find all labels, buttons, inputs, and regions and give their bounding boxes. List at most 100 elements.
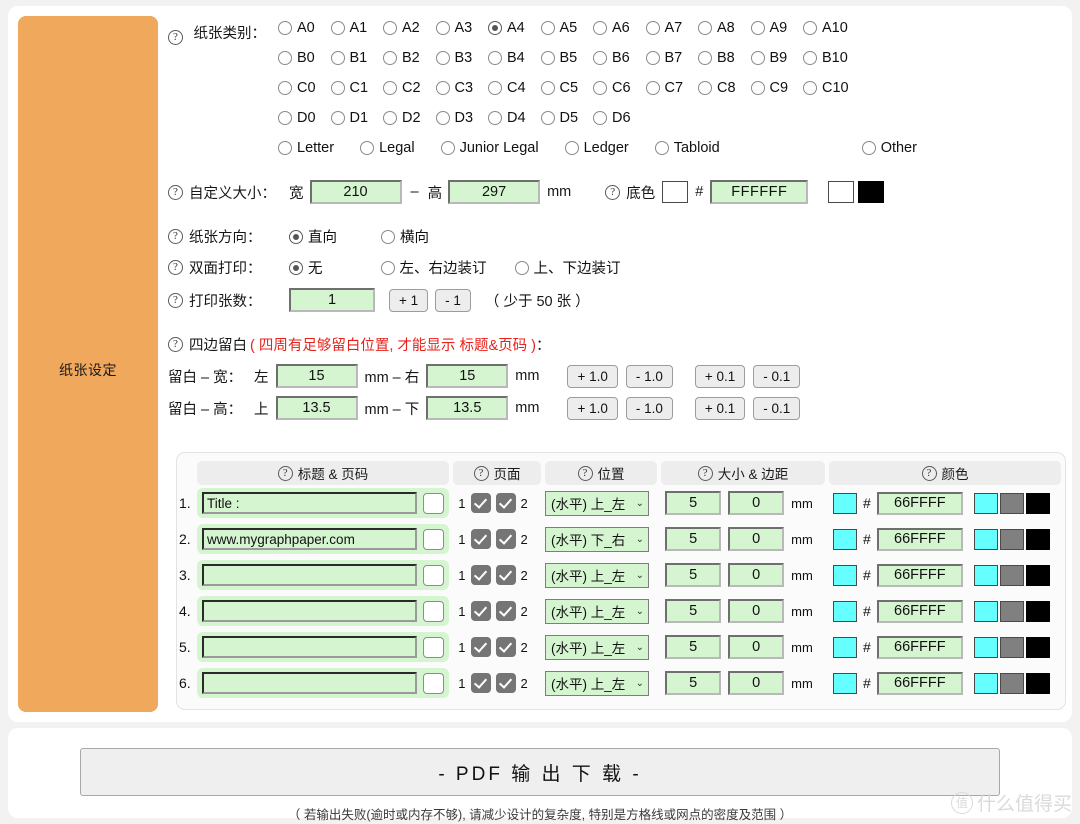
title-input[interactable]	[202, 600, 417, 622]
help-icon[interactable]: ?	[473, 465, 489, 481]
radio-orientation-landscape[interactable]: 横向	[381, 226, 429, 247]
radio-dot-icon[interactable]	[514, 260, 529, 275]
color-preset-gray[interactable]	[999, 672, 1024, 694]
paper-height-input[interactable]	[448, 180, 541, 204]
pdf-export-button[interactable]: - PDF 输 出 下 载 -	[80, 748, 1000, 796]
color-swatch[interactable]	[833, 492, 857, 514]
color-preset-gray[interactable]	[999, 492, 1024, 514]
radio-a5[interactable]: A5	[540, 20, 594, 36]
page1-checkbox[interactable]	[470, 529, 491, 549]
radio-d6[interactable]: D6	[593, 110, 646, 126]
radio-dot-icon[interactable]	[381, 229, 395, 244]
radio-c3[interactable]: C3	[435, 80, 489, 96]
margin-input[interactable]	[728, 563, 785, 587]
page1-checkbox[interactable]	[470, 637, 491, 657]
color-swatch[interactable]	[833, 528, 857, 550]
radio-dot-icon[interactable]	[278, 141, 292, 155]
bg-color-swatch[interactable]	[662, 181, 689, 203]
position-select[interactable]: (水平) 上_左 ⌄	[545, 634, 649, 660]
radio-d3[interactable]: D3	[435, 110, 489, 126]
radio-b7[interactable]: B7	[645, 50, 699, 66]
radio-orientation-portrait[interactable]: 直向	[289, 226, 337, 247]
margin-input[interactable]	[728, 671, 785, 695]
radio-dot-icon[interactable]	[654, 141, 669, 155]
radio-dot-icon[interactable]	[435, 51, 450, 65]
radio-tabloid[interactable]: Tabloid	[654, 140, 720, 156]
radio-other[interactable]: Other	[861, 140, 917, 156]
radio-d0[interactable]: D0	[278, 110, 331, 126]
radio-b1[interactable]: B1	[330, 50, 384, 66]
radio-dot-icon[interactable]	[289, 229, 303, 244]
radio-c2[interactable]: C2	[383, 80, 436, 96]
margin-right-input[interactable]	[426, 364, 509, 388]
margin-height-minus01-button[interactable]: - 0.1	[753, 396, 801, 420]
color-hex-input[interactable]	[876, 527, 963, 551]
color-hex-input[interactable]	[876, 599, 963, 623]
radio-b10[interactable]: B10	[803, 50, 856, 66]
radio-c6[interactable]: C6	[593, 80, 646, 96]
margin-width-minus01-button[interactable]: - 0.1	[753, 364, 801, 388]
help-icon[interactable]: ?	[168, 184, 183, 200]
color-preset-black[interactable]	[1025, 492, 1050, 514]
radio-c0[interactable]: C0	[278, 80, 331, 96]
radio-c8[interactable]: C8	[698, 80, 751, 96]
copies-plus-button[interactable]: + 1	[389, 288, 429, 312]
title-input[interactable]	[202, 492, 417, 514]
radio-dot-icon[interactable]	[750, 21, 765, 35]
preset-white-swatch[interactable]	[828, 181, 855, 203]
radio-dot-icon[interactable]	[645, 81, 660, 95]
color-swatch[interactable]	[833, 672, 857, 694]
radio-a3[interactable]: A3	[435, 20, 489, 36]
page1-checkbox[interactable]	[470, 601, 491, 621]
radio-b6[interactable]: B6	[593, 50, 646, 66]
page2-checkbox[interactable]	[495, 529, 516, 549]
radio-a7[interactable]: A7	[645, 20, 699, 36]
radio-b0[interactable]: B0	[278, 50, 331, 66]
radio-dot-icon[interactable]	[488, 81, 502, 95]
radio-dot-icon[interactable]	[698, 21, 712, 35]
color-hex-input[interactable]	[876, 671, 963, 695]
color-hex-input[interactable]	[876, 563, 963, 587]
radio-b4[interactable]: B4	[488, 50, 541, 66]
radio-legal[interactable]: Legal	[360, 140, 415, 156]
color-preset-cyan[interactable]	[973, 672, 998, 694]
color-preset-gray[interactable]	[999, 636, 1024, 658]
radio-dot-icon[interactable]	[383, 51, 397, 65]
size-input[interactable]	[665, 491, 722, 515]
help-icon[interactable]: ?	[697, 465, 713, 481]
radio-dot-icon[interactable]	[383, 81, 397, 95]
radio-d1[interactable]: D1	[330, 110, 384, 126]
radio-dot-icon[interactable]	[803, 21, 817, 35]
size-input[interactable]	[665, 635, 722, 659]
paper-width-input[interactable]	[309, 180, 402, 204]
sidebar-item-paper-settings[interactable]: 纸张设定	[18, 360, 158, 380]
color-preset-black[interactable]	[1025, 636, 1050, 658]
page2-checkbox[interactable]	[495, 493, 516, 513]
position-select[interactable]: (水平) 上_左 ⌄	[545, 562, 649, 588]
margin-height-plus01-button[interactable]: + 0.1	[694, 396, 746, 420]
radio-a1[interactable]: A1	[330, 20, 384, 36]
radio-dot-icon[interactable]	[435, 111, 450, 125]
help-icon[interactable]: ?	[605, 184, 621, 200]
color-preset-gray[interactable]	[999, 528, 1024, 550]
margin-top-input[interactable]	[275, 396, 358, 420]
margin-height-plus1-button[interactable]: + 1.0	[567, 396, 618, 420]
radio-dot-icon[interactable]	[383, 111, 397, 125]
margin-input[interactable]	[728, 491, 785, 515]
color-preset-cyan[interactable]	[973, 600, 998, 622]
margin-width-plus01-button[interactable]: + 0.1	[694, 364, 746, 388]
radio-dot-icon[interactable]	[803, 51, 817, 65]
color-hex-input[interactable]	[876, 635, 963, 659]
radio-c9[interactable]: C9	[750, 80, 804, 96]
radio-dot-icon[interactable]	[645, 51, 660, 65]
preset-black-swatch[interactable]	[858, 181, 885, 203]
radio-d4[interactable]: D4	[488, 110, 541, 126]
position-select[interactable]: (水平) 下_右 ⌄	[545, 526, 649, 552]
radio-dot-icon[interactable]	[750, 51, 765, 65]
radio-dot-icon[interactable]	[645, 21, 660, 35]
color-preset-black[interactable]	[1025, 672, 1050, 694]
color-swatch[interactable]	[833, 564, 857, 586]
margin-bottom-input[interactable]	[426, 396, 509, 420]
page2-checkbox[interactable]	[495, 673, 516, 693]
page2-checkbox[interactable]	[495, 601, 516, 621]
